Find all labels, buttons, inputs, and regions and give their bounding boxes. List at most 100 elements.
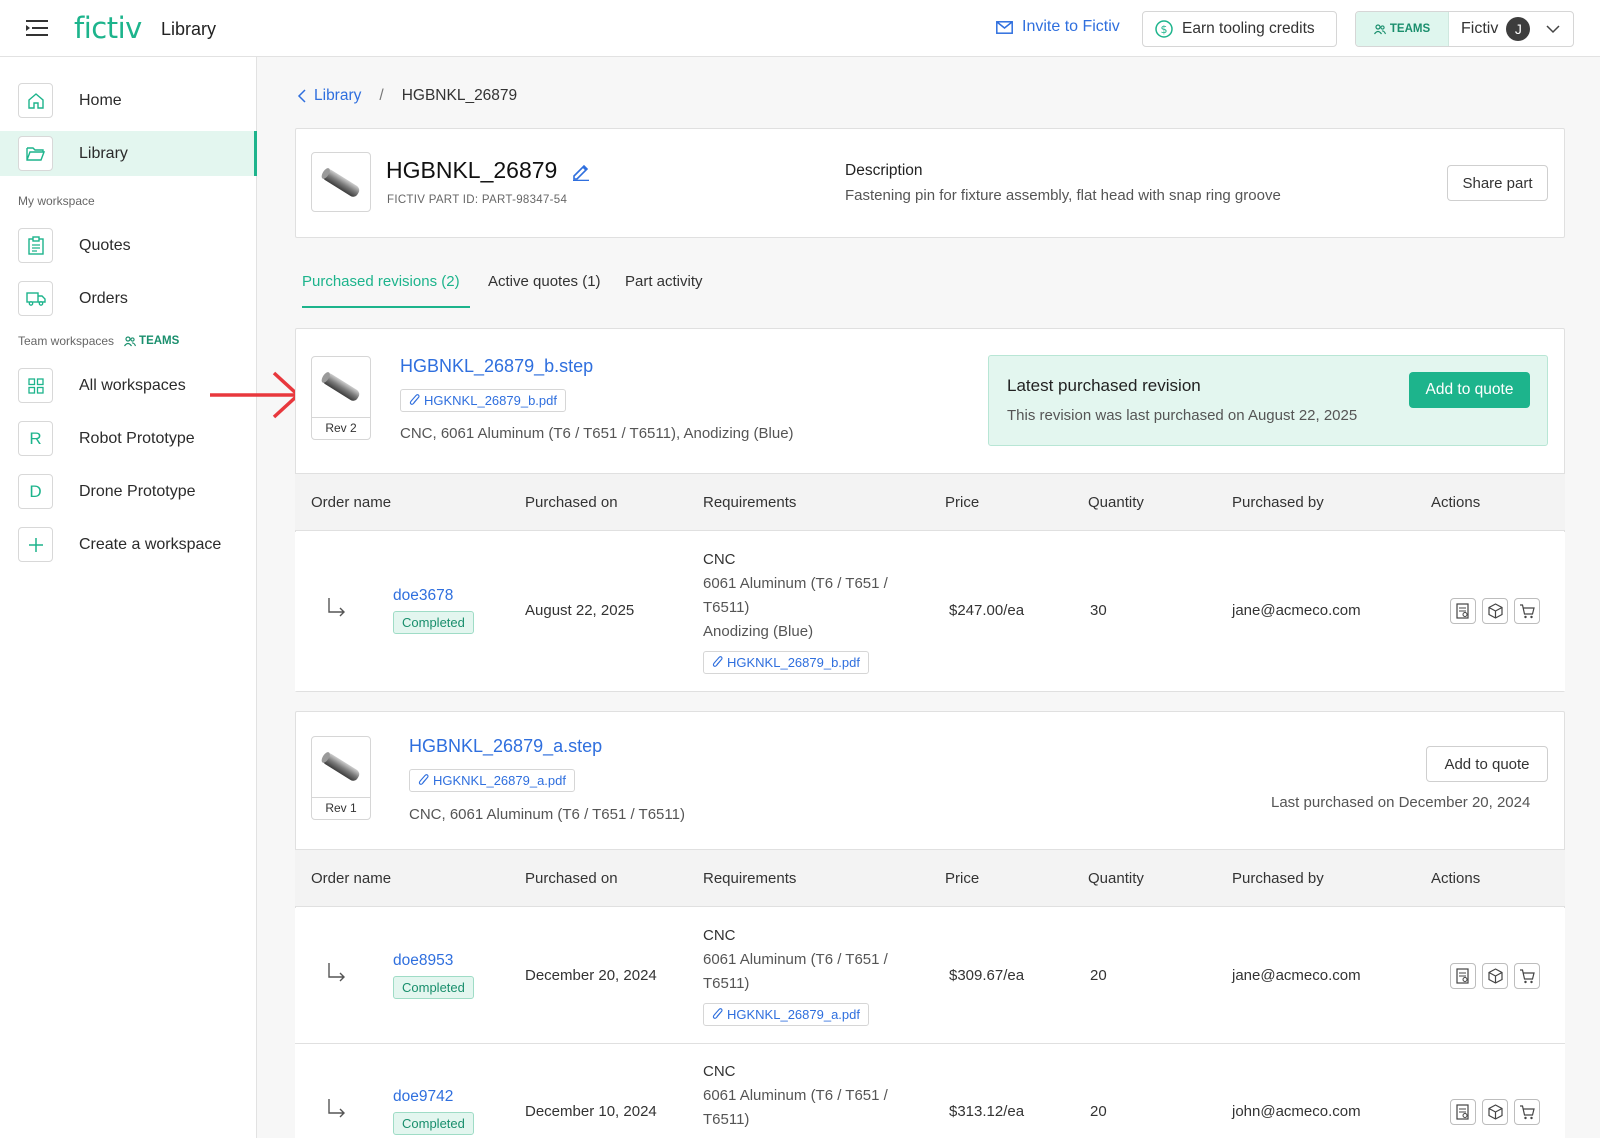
pdf-attachment-chip[interactable]: HGKNKL_26879_b.pdf [400, 389, 566, 412]
purchased-by: john@acmeco.com [1232, 1103, 1361, 1120]
sidebar-item-create-workspace[interactable]: Create a workspace [0, 522, 257, 567]
quantity: 20 [1090, 1103, 1107, 1120]
account-switcher[interactable]: TEAMS Fictiv J [1355, 11, 1574, 47]
quantity: 20 [1090, 967, 1107, 984]
sidebar-item-label: Orders [79, 289, 128, 307]
breadcrumb-library-link[interactable]: Library [314, 87, 361, 105]
tab-part-activity[interactable]: Part activity [625, 273, 703, 290]
view-document-icon[interactable] [1450, 1099, 1476, 1125]
requirement-line: Anodizing (Blue) [703, 623, 814, 640]
sub-item-arrow-icon [328, 598, 345, 617]
order-link[interactable]: doe3678 [393, 587, 453, 604]
order-link[interactable]: doe9742 [393, 1088, 453, 1105]
earn-credits-button[interactable]: $ Earn tooling credits [1142, 11, 1337, 47]
step-file-link[interactable]: HGBNKL_26879_b.step [400, 356, 593, 377]
latest-title: Latest purchased revision [1007, 376, 1201, 395]
column-header: Requirements [703, 494, 797, 511]
chevron-down-icon [1546, 24, 1560, 33]
description-label: Description [845, 162, 923, 179]
sidebar-item-quotes[interactable]: Quotes [0, 223, 257, 268]
requirements-cell: CNC 6061 Aluminum (T6 / T651 / T6511) [703, 924, 888, 996]
requirements-cell: CNC 6061 Aluminum (T6 / T651 / T6511) [703, 1060, 888, 1132]
table-row: doe8953 Completed December 20, 2024 CNC … [295, 908, 1565, 1044]
requirement-line: 6061 Aluminum (T6 / T651 / [703, 575, 888, 592]
paperclip-icon [409, 394, 420, 405]
revision-thumbnail[interactable]: Rev 1 [311, 736, 371, 820]
part-id: FICTIV PART ID: PART-98347-54 [387, 194, 568, 206]
fictiv-logo[interactable]: fictiv [74, 11, 142, 45]
add-to-quote-button[interactable]: Add to quote [1409, 372, 1530, 408]
tab-active-quotes[interactable]: Active quotes (1) [488, 273, 601, 290]
requirement-process: CNC [703, 551, 736, 568]
section-label-my-workspace: My workspace [18, 194, 95, 208]
view-document-icon[interactable] [1450, 963, 1476, 989]
edit-pencil-icon[interactable] [571, 161, 591, 181]
3d-cube-icon[interactable] [1482, 1099, 1508, 1125]
invite-label: Invite to Fictiv [1022, 18, 1120, 35]
section-label: Team workspaces [18, 334, 115, 348]
earn-label: Earn tooling credits [1182, 20, 1315, 37]
section-label: My workspace [18, 194, 95, 208]
quotes-icon [18, 228, 53, 263]
app-title: Library [161, 19, 217, 39]
cart-icon[interactable] [1514, 1099, 1540, 1125]
3d-cube-icon[interactable] [1482, 963, 1508, 989]
sidebar-item-drone-prototype[interactable]: D Drone Prototype [0, 469, 257, 514]
grid-icon [18, 368, 53, 403]
revision-spec: CNC, 6061 Aluminum (T6 / T651 / T6511) [409, 806, 685, 823]
invite-link[interactable]: Invite to Fictiv [996, 18, 1120, 36]
org-name: Fictiv [1461, 20, 1499, 37]
requirement-process: CNC [703, 1063, 736, 1080]
column-header: Quantity [1088, 494, 1144, 511]
order-cell: doe3678 Completed [393, 587, 474, 634]
cart-icon[interactable] [1514, 598, 1540, 624]
home-icon [18, 83, 53, 118]
chevron-left-icon[interactable] [297, 89, 306, 103]
paperclip-icon [712, 1008, 723, 1019]
price: $313.12/ea [949, 1103, 1025, 1120]
org-selector[interactable]: Fictiv J [1449, 12, 1560, 46]
breadcrumb-current: HGBNKL_26879 [401, 87, 518, 104]
pdf-attachment-chip[interactable]: HGKNKL_26879_a.pdf [703, 1003, 869, 1026]
description-text: Fastening pin for fixture assembly, flat… [845, 187, 1281, 204]
sidebar-item-orders[interactable]: Orders [0, 276, 257, 321]
pdf-attachment-chip[interactable]: HGKNKL_26879_b.pdf [703, 651, 869, 674]
pin-part-icon [312, 153, 370, 211]
paperclip-icon [418, 774, 429, 785]
column-header: Purchased on [525, 494, 618, 511]
share-part-button[interactable]: Share part [1447, 165, 1548, 201]
column-header: Purchased by [1232, 870, 1324, 887]
order-link[interactable]: doe8953 [393, 952, 453, 969]
pin-part-icon [312, 737, 370, 797]
part-title: HGBNKL_26879 [386, 157, 591, 184]
plus-icon [18, 527, 53, 562]
add-to-quote-button[interactable]: Add to quote [1426, 746, 1548, 782]
revision-label: Rev 2 [312, 417, 370, 439]
pdf-attachment-chip[interactable]: HGKNKL_26879_a.pdf [409, 769, 575, 792]
requirement-line: 6061 Aluminum (T6 / T651 / [703, 951, 888, 968]
revision-thumbnail[interactable]: Rev 2 [311, 356, 371, 440]
view-document-icon[interactable] [1450, 598, 1476, 624]
menu-icon[interactable] [26, 19, 48, 37]
purchased-on: August 22, 2025 [525, 602, 635, 619]
orders-table-header: Order name Purchased on Requirements Pri… [295, 849, 1565, 907]
3d-cube-icon[interactable] [1482, 598, 1508, 624]
sidebar-item-home[interactable]: Home [0, 78, 257, 123]
sidebar-item-library[interactable]: Library [0, 131, 257, 176]
step-file-link[interactable]: HGBNKL_26879_a.step [409, 736, 602, 757]
latest-subtitle: This revision was last purchased on Augu… [1007, 407, 1358, 424]
pdf-file-name: HGKNKL_26879_a.pdf [727, 1007, 860, 1022]
pin-part-icon [312, 357, 370, 417]
purchased-by: jane@acmeco.com [1232, 967, 1361, 984]
part-thumbnail[interactable] [311, 152, 371, 212]
purchased-by: jane@acmeco.com [1232, 602, 1361, 619]
mail-icon [996, 20, 1013, 34]
column-header: Order name [311, 870, 392, 887]
pdf-file-name: HGKNKL_26879_a.pdf [433, 773, 566, 788]
sidebar-item-robot-prototype[interactable]: R Robot Prototype [0, 416, 257, 461]
column-header: Purchased by [1232, 494, 1324, 511]
cart-icon[interactable] [1514, 963, 1540, 989]
top-bar: fictiv Library Invite to Fictiv $ Earn t… [0, 0, 1600, 57]
tab-purchased-revisions[interactable]: Purchased revisions (2) [302, 273, 460, 290]
section-label-team-workspaces: Team workspaces TEAMS [18, 334, 179, 348]
